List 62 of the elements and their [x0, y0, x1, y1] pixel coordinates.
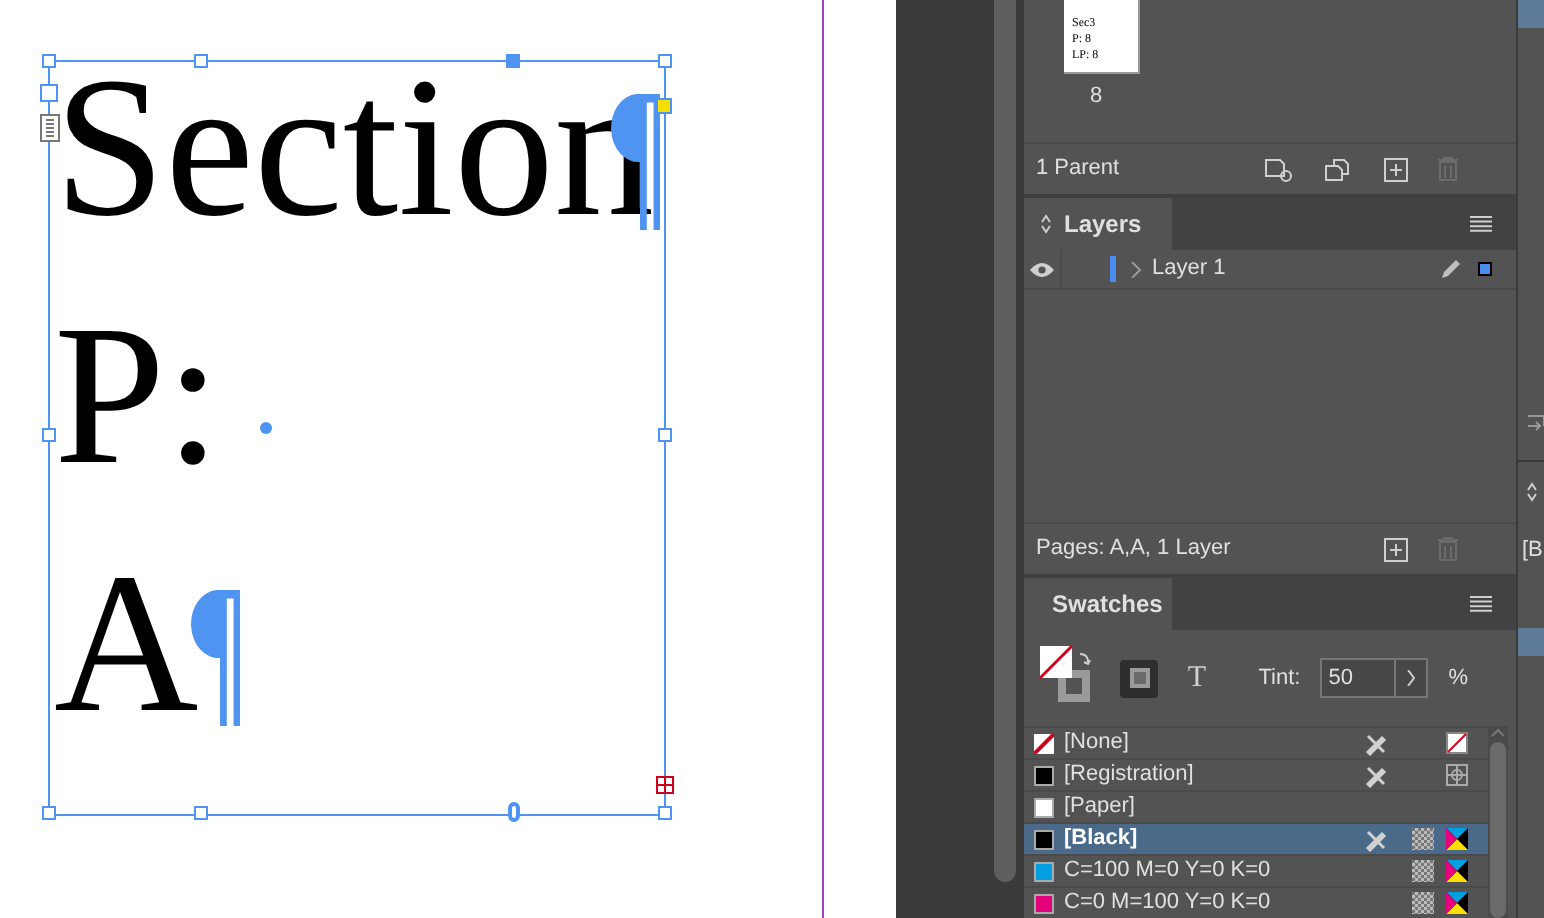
checker-icon: [1412, 860, 1434, 882]
swatch-row[interactable]: [None]: [1024, 726, 1488, 758]
no-edit-icon: [1364, 827, 1388, 851]
swatch-scrollbar[interactable]: [1488, 726, 1508, 918]
overset-icon[interactable]: [656, 776, 674, 794]
swatch-row[interactable]: C=100 M=0 Y=0 K=0: [1024, 854, 1488, 886]
panel-footer-text: 1 Parent: [1036, 154, 1122, 185]
checker-icon: [1412, 828, 1434, 850]
swatch-name: [None]: [1064, 728, 1131, 759]
no-edit-icon: [1364, 731, 1388, 755]
swatch-name: [Black]: [1064, 824, 1140, 855]
panel-menu-icon[interactable]: [1470, 216, 1492, 233]
expand-icon[interactable]: [1130, 261, 1142, 278]
frame-handle[interactable]: [42, 805, 56, 819]
cmyk-icon: [1446, 860, 1468, 882]
eye-icon[interactable]: [1030, 261, 1054, 278]
pen-icon: [1440, 258, 1462, 281]
swatch-name: C=100 M=0 Y=0 K=0: [1064, 856, 1273, 887]
scroll-up-icon: [1490, 726, 1506, 738]
frame-handle[interactable]: [194, 805, 209, 819]
swatch-name: [Paper]: [1064, 792, 1137, 823]
frame-handle[interactable]: [658, 54, 672, 68]
cmyk-icon: [1446, 892, 1468, 914]
swatch-name: [Registration]: [1064, 760, 1196, 791]
layer-color-square: [1478, 262, 1492, 277]
cmyk-icon: [1446, 828, 1468, 850]
panel-tab[interactable]: Layers: [1024, 198, 1172, 251]
content-grabber-icon[interactable]: [507, 802, 520, 822]
collapse-icon[interactable]: [1040, 214, 1052, 235]
panel-label-text: [B: [1522, 536, 1544, 566]
panel-menu-icon[interactable]: [1470, 596, 1492, 612]
checker-icon: [1412, 892, 1434, 914]
formatting-text-button[interactable]: T: [1178, 659, 1216, 697]
text-line: A: [54, 558, 199, 730]
in-port[interactable]: [40, 84, 58, 102]
frame-handle[interactable]: [657, 805, 672, 819]
new-item-icon[interactable]: [1384, 537, 1408, 561]
page-number: 8: [1090, 82, 1103, 112]
page-view-icon[interactable]: [1264, 157, 1296, 182]
text-line: P:: [54, 310, 221, 482]
collapse-icon[interactable]: [1526, 482, 1538, 502]
target-icon: [1446, 764, 1468, 786]
percent-label: %: [1448, 663, 1468, 694]
panel-footer-text: Pages: A,A, 1 Layer: [1036, 534, 1233, 565]
layer-row[interactable]: Layer 1: [1024, 250, 1516, 291]
swatch-row[interactable]: [Black]: [1024, 822, 1488, 854]
anchor-point: [656, 98, 672, 114]
frame-handle[interactable]: [658, 428, 672, 442]
tint-field[interactable]: 50: [1320, 658, 1429, 698]
none-swatch-icon: [1446, 732, 1468, 754]
no-edit-icon: [1364, 763, 1388, 787]
swatch-row[interactable]: C=0 M=100 Y=0 K=0: [1024, 886, 1488, 918]
layer-name: Layer 1: [1152, 254, 1228, 285]
tint-label: Tint:: [1258, 663, 1301, 694]
frame-handle[interactable]: [42, 54, 56, 68]
frame-handle[interactable]: [42, 428, 56, 442]
panel-tab-highlight[interactable]: [1518, 627, 1544, 655]
new-item-icon[interactable]: [1384, 157, 1408, 182]
swatch-name: C=0 M=100 Y=0 K=0: [1064, 888, 1273, 918]
swatch-row[interactable]: [Registration]: [1024, 758, 1488, 790]
panel-tab[interactable]: Swatches: [1024, 578, 1172, 630]
formatting-container-button[interactable]: [1120, 659, 1158, 697]
